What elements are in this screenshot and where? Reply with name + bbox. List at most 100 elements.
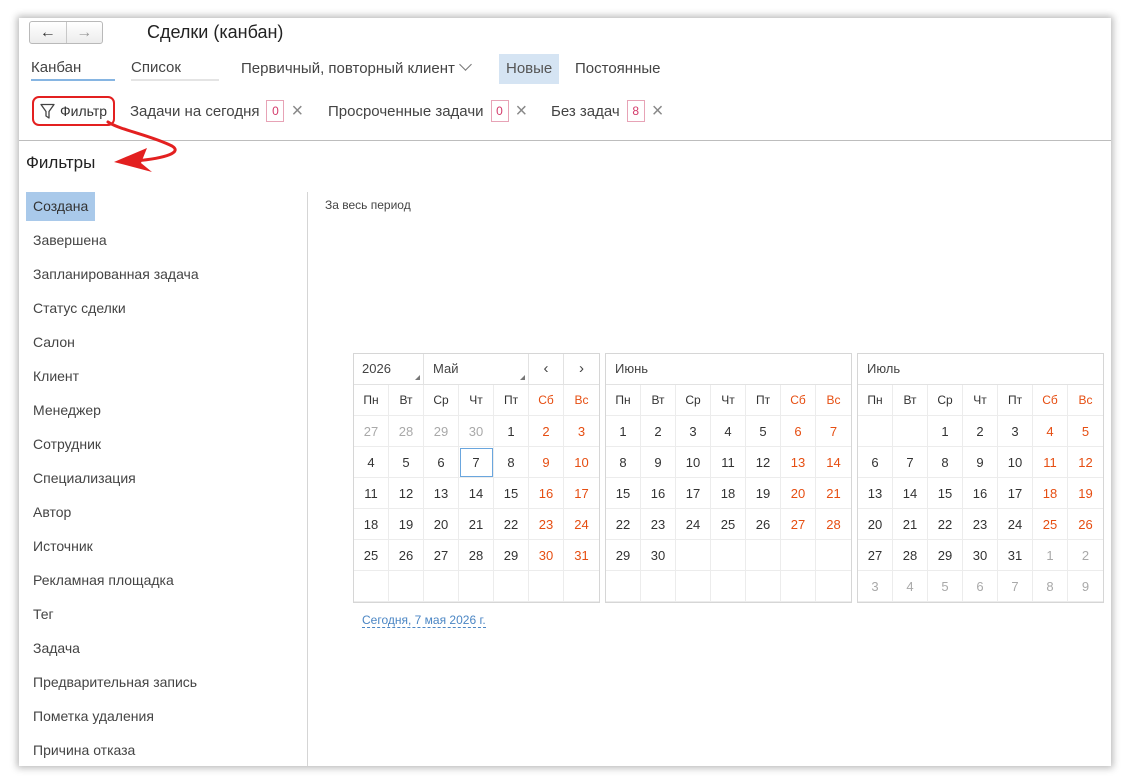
calendar-day[interactable]: 10 — [998, 447, 1033, 478]
calendar-day[interactable]: 20 — [781, 478, 816, 509]
calendar-day[interactable]: 2 — [1068, 540, 1103, 571]
filter-item[interactable]: Автор — [26, 498, 306, 532]
calendar-day[interactable]: 15 — [928, 478, 963, 509]
year-select[interactable]: 2026 — [354, 354, 424, 384]
month-select[interactable]: Май — [424, 354, 529, 384]
calendar-day[interactable]: 4 — [1033, 416, 1068, 447]
filter-item[interactable]: Сотрудник — [26, 430, 306, 464]
segment-regular[interactable]: Постоянные — [568, 54, 667, 84]
calendar-day[interactable]: 7 — [998, 571, 1033, 602]
calendar-day[interactable]: 13 — [424, 478, 459, 509]
calendar-day[interactable]: 14 — [459, 478, 494, 509]
chip-tasks-today[interactable]: Задачи на сегодня 0 × — [130, 100, 303, 122]
calendar-day[interactable]: 9 — [1068, 571, 1103, 602]
calendar-day[interactable]: 1 — [928, 416, 963, 447]
calendar-day[interactable]: 21 — [459, 509, 494, 540]
calendar-day[interactable]: 8 — [606, 447, 641, 478]
calendar-day[interactable]: 26 — [389, 540, 424, 571]
calendar-day[interactable]: 15 — [606, 478, 641, 509]
calendar-day[interactable]: 27 — [424, 540, 459, 571]
filter-item[interactable]: Предварительная запись — [26, 668, 306, 702]
calendar-day[interactable]: 14 — [816, 447, 851, 478]
calendar-day[interactable]: 9 — [641, 447, 676, 478]
calendar-day[interactable]: 22 — [606, 509, 641, 540]
calendar-day[interactable]: 31 — [998, 540, 1033, 571]
calendar-day[interactable]: 30 — [529, 540, 564, 571]
calendar-day[interactable]: 9 — [963, 447, 998, 478]
calendar-day[interactable]: 22 — [494, 509, 529, 540]
calendar-day[interactable]: 8 — [494, 447, 529, 478]
calendar-day[interactable]: 20 — [424, 509, 459, 540]
calendar-day[interactable]: 4 — [354, 447, 389, 478]
calendar-day[interactable]: 26 — [1068, 509, 1103, 540]
filter-item[interactable]: Статус сделки — [26, 294, 306, 328]
calendar-day[interactable]: 30 — [963, 540, 998, 571]
calendar-day[interactable]: 1 — [1033, 540, 1068, 571]
calendar-day[interactable]: 24 — [998, 509, 1033, 540]
calendar-day[interactable]: 14 — [893, 478, 928, 509]
calendar-day[interactable]: 25 — [711, 509, 746, 540]
calendar-day[interactable]: 18 — [711, 478, 746, 509]
filter-item[interactable]: Запланированная задача — [26, 260, 306, 294]
filter-item[interactable]: Специализация — [26, 464, 306, 498]
calendar-day[interactable]: 30 — [459, 416, 494, 447]
filter-button[interactable]: Фильтр — [32, 96, 115, 126]
calendar-day[interactable]: 5 — [389, 447, 424, 478]
calendar-day[interactable]: 25 — [1033, 509, 1068, 540]
calendar-day[interactable]: 7 — [459, 447, 494, 478]
forward-button[interactable]: → — [65, 22, 103, 43]
calendar-day[interactable]: 15 — [494, 478, 529, 509]
calendar-day[interactable]: 27 — [858, 540, 893, 571]
calendar-day[interactable]: 17 — [676, 478, 711, 509]
calendar-day[interactable]: 13 — [781, 447, 816, 478]
filter-item[interactable]: Салон — [26, 328, 306, 362]
chip-overdue-tasks[interactable]: Просроченные задачи 0 × — [328, 100, 527, 122]
calendar-day[interactable]: 23 — [963, 509, 998, 540]
client-type-dropdown[interactable]: Первичный, повторный клиент — [241, 58, 472, 77]
tab-kanban[interactable]: Канбан — [31, 59, 115, 81]
calendar-day[interactable]: 22 — [928, 509, 963, 540]
calendar-day[interactable]: 29 — [424, 416, 459, 447]
calendar-day[interactable]: 10 — [676, 447, 711, 478]
calendar-day[interactable]: 31 — [564, 540, 599, 571]
calendar-day[interactable]: 8 — [1033, 571, 1068, 602]
next-month-button[interactable]: › — [564, 354, 599, 384]
chip-no-tasks[interactable]: Без задач 8 × — [551, 100, 663, 122]
calendar-day[interactable]: 23 — [529, 509, 564, 540]
today-link[interactable]: Сегодня, 7 мая 2026 г. — [362, 613, 486, 628]
calendar-day[interactable]: 6 — [424, 447, 459, 478]
calendar-day[interactable]: 25 — [354, 540, 389, 571]
back-button[interactable]: ← — [30, 22, 66, 43]
calendar-day[interactable]: 12 — [1068, 447, 1103, 478]
calendar-day[interactable]: 5 — [928, 571, 963, 602]
calendar-day[interactable]: 6 — [781, 416, 816, 447]
filter-item[interactable]: Клиент — [26, 362, 306, 396]
calendar-day[interactable]: 3 — [858, 571, 893, 602]
filter-item[interactable]: Источник — [26, 532, 306, 566]
calendar-day[interactable]: 10 — [564, 447, 599, 478]
close-icon[interactable]: × — [291, 101, 303, 121]
calendar-day[interactable]: 11 — [354, 478, 389, 509]
calendar-day[interactable]: 2 — [529, 416, 564, 447]
calendar-day[interactable]: 19 — [389, 509, 424, 540]
calendar-day[interactable]: 16 — [529, 478, 564, 509]
calendar-day[interactable]: 28 — [893, 540, 928, 571]
calendar-day[interactable]: 2 — [641, 416, 676, 447]
calendar-day[interactable]: 12 — [389, 478, 424, 509]
calendar-day[interactable]: 1 — [494, 416, 529, 447]
calendar-day[interactable]: 23 — [641, 509, 676, 540]
filter-item[interactable]: Задача — [26, 634, 306, 668]
filter-item[interactable]: Менеджер — [26, 396, 306, 430]
calendar-day[interactable]: 26 — [746, 509, 781, 540]
calendar-day[interactable]: 24 — [564, 509, 599, 540]
calendar-day[interactable]: 11 — [1033, 447, 1068, 478]
calendar-day[interactable]: 28 — [459, 540, 494, 571]
prev-month-button[interactable]: ‹ — [529, 354, 564, 384]
calendar-day[interactable]: 3 — [998, 416, 1033, 447]
calendar-day[interactable]: 5 — [746, 416, 781, 447]
calendar-day[interactable]: 21 — [816, 478, 851, 509]
calendar-day[interactable]: 19 — [1068, 478, 1103, 509]
calendar-day[interactable]: 16 — [641, 478, 676, 509]
calendar-day[interactable]: 7 — [893, 447, 928, 478]
calendar-day[interactable]: 17 — [998, 478, 1033, 509]
